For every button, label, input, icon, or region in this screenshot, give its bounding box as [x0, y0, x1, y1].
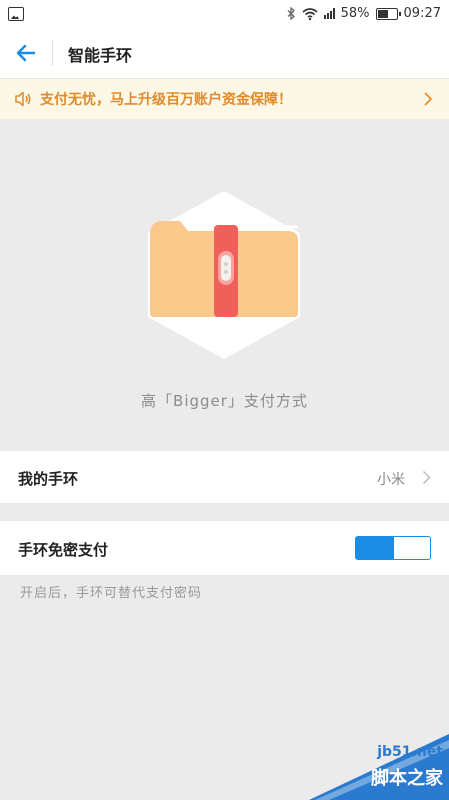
password-free-payment-toggle[interactable]: [355, 536, 431, 560]
my-band-label: 我的手环: [18, 470, 79, 488]
status-bar: 58% 09:27: [0, 0, 449, 28]
promo-notice-bar[interactable]: 支付无忧，马上升级百万账户资金保障！: [0, 79, 449, 119]
bluetooth-icon: [287, 7, 295, 20]
back-arrow-icon[interactable]: [14, 41, 38, 65]
watermark-name: 脚本之家: [371, 768, 443, 789]
password-free-payment-label: 手环免密支付: [18, 541, 109, 559]
watermark: jb51.net 脚本之家: [279, 720, 449, 800]
promo-notice-text: 支付无忧，马上升级百万账户资金保障！: [40, 92, 292, 108]
smart-band-illustration: [148, 191, 300, 359]
speaker-icon: [15, 91, 31, 107]
chevron-right-icon: [424, 92, 433, 106]
status-icons: 58% 09:27: [287, 6, 441, 21]
hero-section: 高「Bigger」支付方式: [0, 119, 449, 449]
hero-caption: 高「Bigger」支付方式: [141, 392, 308, 410]
header-divider: [52, 40, 53, 66]
my-band-row[interactable]: 我的手环 小米: [0, 451, 449, 503]
battery-percent: 58%: [340, 6, 370, 21]
my-band-value: 小米: [377, 472, 405, 488]
payment-hint-text: 开启后，手环可替代支付密码: [20, 586, 203, 601]
toggle-fill: [356, 537, 394, 559]
battery-icon: [375, 7, 401, 20]
chevron-right-icon: [422, 470, 431, 485]
password-free-payment-row: 手环免密支付: [0, 521, 449, 575]
watermark-site: jb51.net: [377, 744, 443, 760]
app-header: 智能手环: [0, 28, 449, 79]
page-title: 智能手环: [68, 46, 133, 65]
gallery-notification-icon: [8, 7, 24, 21]
wifi-icon: [302, 7, 318, 20]
signal-icon: [323, 8, 335, 19]
clock: 09:27: [403, 6, 441, 21]
toggle-knob: [396, 538, 430, 558]
